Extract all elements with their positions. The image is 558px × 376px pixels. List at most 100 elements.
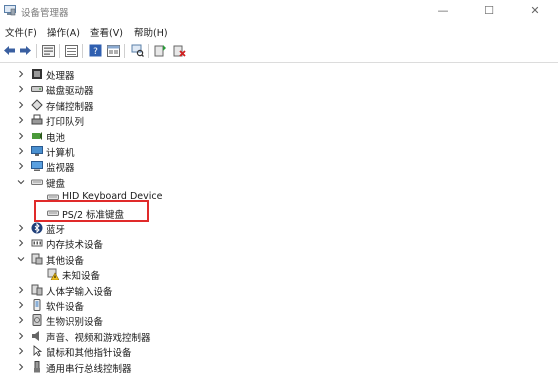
software-device-icon [31,299,43,311]
properties-button[interactable] [41,43,56,58]
monitor-icon [31,160,43,172]
help-button[interactable]: ? [88,43,103,58]
update-driver-button[interactable] [153,43,168,58]
mouse-icon [31,345,43,357]
keyboard-icon [31,176,43,188]
tree-category[interactable]: 打印队列 [0,112,558,128]
tree-category[interactable]: 磁盘驱动器 [0,81,558,97]
other-devices-icon [31,253,43,265]
disk-drive-icon [31,83,43,95]
print-queue-icon [31,114,43,126]
device-manager-icon [4,5,16,16]
tree-category[interactable]: 人体学输入设备 [0,282,558,298]
toolbar-separator [36,44,37,58]
chevron-right-icon[interactable] [17,347,25,355]
close-button[interactable]: ✕ [512,0,558,22]
tree-category[interactable]: 生物识别设备 [0,312,558,328]
tree-item-label: 通用串行总线控制器 [46,363,132,375]
tree-item-label: 其他设备 [46,255,85,267]
tree-category[interactable]: 其他设备 [0,251,558,267]
view-button[interactable] [106,43,121,58]
chevron-right-icon[interactable] [17,286,25,294]
chevron-down-icon[interactable] [17,178,25,186]
tree-item-label: 处理器 [46,71,75,82]
toolbar-separator [59,44,60,58]
disable-device-button[interactable] [172,43,187,58]
memory-device-icon [31,237,43,249]
menu-action[interactable]: 操作(A) [47,25,80,39]
forward-button[interactable] [18,43,33,58]
svg-text:?: ? [93,47,98,57]
maximize-button[interactable]: ☐ [466,0,512,22]
window-title: 设备管理器 [21,8,69,19]
tree-category[interactable]: 鼠标和其他指针设备 [0,343,558,359]
view-icon [107,44,120,57]
chevron-right-icon[interactable] [17,147,25,155]
tree-category[interactable]: 软件设备 [0,297,558,313]
close-icon: ✕ [530,4,540,17]
maximize-icon: ☐ [484,4,494,17]
tree-item-label: 声音、视频和游戏控制器 [46,332,151,344]
unknown-device-warning-icon [47,268,60,281]
back-icon [4,46,15,55]
forward-icon [20,46,31,55]
tree-category[interactable]: 通用串行总线控制器 [0,359,558,375]
chevron-right-icon[interactable] [17,101,25,109]
chevron-down-icon[interactable] [17,255,25,263]
processor-icon [31,68,43,80]
chevron-right-icon[interactable] [17,85,25,93]
menu-bar: 文件(F) 操作(A) 查看(V) 帮助(H) [0,22,558,40]
list-button[interactable] [64,43,79,58]
tree-category[interactable]: 电池 [0,128,558,144]
minimize-icon: — [437,4,449,17]
menu-file[interactable]: 文件(F) [5,25,37,39]
chevron-right-icon[interactable] [17,132,25,140]
menu-view[interactable]: 查看(V) [90,25,123,39]
chevron-right-icon[interactable] [17,316,25,324]
chevron-right-icon[interactable] [17,70,25,78]
tree-category[interactable]: 处理器 [0,66,558,82]
chevron-right-icon[interactable] [17,332,25,340]
properties-icon [42,44,55,57]
chevron-right-icon[interactable] [17,116,25,124]
scan-hardware-button[interactable] [130,43,145,58]
tree-item-label: 鼠标和其他指针设备 [46,348,132,360]
tree-item-label: 软件设备 [46,302,85,313]
chevron-right-icon[interactable] [17,363,25,371]
highlight-annotation-box [34,200,149,222]
scan-icon [131,44,144,57]
audio-icon [31,330,43,342]
menu-help[interactable]: 帮助(H) [134,25,168,39]
tree-item-label: 键盘 [46,178,66,190]
disable-icon [173,45,186,57]
back-button[interactable] [2,43,17,58]
tree-item-label: 打印队列 [46,117,85,129]
tree-item-label: 生物识别设备 [46,317,104,329]
tree-item-label: 人体学输入设备 [46,286,113,298]
list-icon [65,44,78,57]
tree-item-label: 内存技术设备 [46,240,104,252]
hid-icon [31,284,43,296]
toolbar: ? [0,40,558,63]
tree-category[interactable]: 声音、视频和游戏控制器 [0,328,558,344]
minimize-button[interactable]: — [420,0,466,22]
toolbar-separator [82,44,83,58]
tree-category[interactable]: 存储控制器 [0,97,558,113]
toolbar-separator [124,44,125,58]
tree-device[interactable]: 未知设备 [0,266,558,282]
battery-icon [31,130,43,142]
tree-category[interactable]: 监视器 [0,158,558,174]
tree-category[interactable]: 键盘 [0,174,558,190]
tree-category[interactable]: 计算机 [0,143,558,159]
update-driver-icon [154,45,166,57]
chevron-right-icon[interactable] [17,162,25,170]
tree-item-label: 磁盘驱动器 [46,86,94,98]
chevron-right-icon[interactable] [17,239,25,247]
chevron-right-icon[interactable] [17,224,25,232]
chevron-right-icon[interactable] [17,301,25,309]
tree-category[interactable]: 内存技术设备 [0,235,558,251]
biometric-icon [31,314,43,327]
tree-category[interactable]: 蓝牙 [0,220,558,236]
storage-controller-icon [31,99,43,111]
usb-icon [31,360,43,373]
